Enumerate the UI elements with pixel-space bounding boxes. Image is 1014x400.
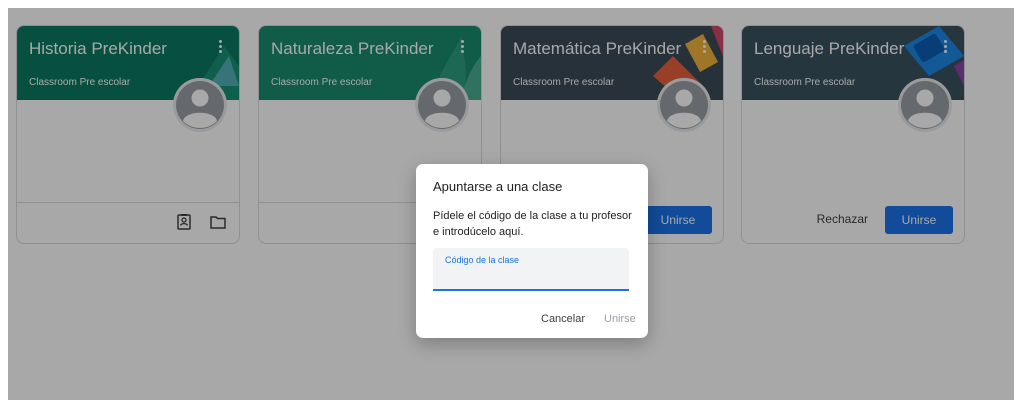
dialog-instructions: Pídele el código de la clase a tu profes… — [433, 210, 632, 238]
join-class-dialog: Apuntarse a una clase Pídele el código d… — [416, 164, 648, 338]
class-code-field[interactable]: Código de la clase — [433, 248, 629, 291]
class-code-input[interactable] — [445, 268, 615, 286]
dialog-title: Apuntarse a una clase — [433, 179, 563, 194]
dialog-join-button[interactable]: Unirse — [604, 313, 636, 325]
class-code-label: Código de la clase — [445, 255, 520, 265]
cancel-button[interactable]: Cancelar — [541, 313, 585, 325]
